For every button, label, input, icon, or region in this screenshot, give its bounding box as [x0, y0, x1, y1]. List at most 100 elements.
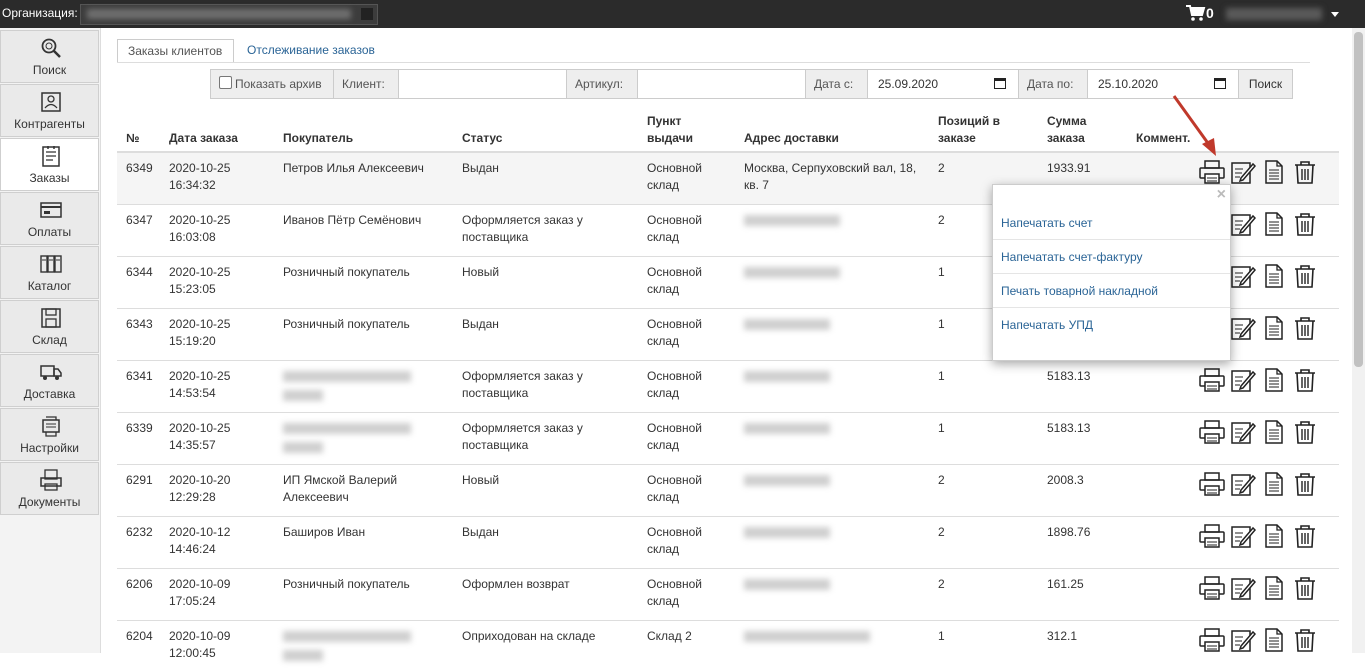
document-icon[interactable]	[1261, 575, 1287, 601]
edit-icon[interactable]	[1230, 523, 1256, 549]
sidebar-item-search[interactable]: Поиск	[0, 30, 99, 83]
print-invoice-link[interactable]: Напечатать счет	[993, 206, 1230, 240]
document-icon[interactable]	[1261, 523, 1287, 549]
document-icon[interactable]	[1261, 315, 1287, 341]
print-upd-link[interactable]: Напечатать УПД	[993, 308, 1230, 342]
document-icon[interactable]	[1261, 367, 1287, 393]
sidebar-item-catalog[interactable]: Каталог	[0, 246, 99, 299]
order-date: 2020-10-2012:29:28	[160, 465, 274, 517]
table-row[interactable]: 62042020-10-0912:00:45Оприходован на скл…	[117, 621, 1339, 672]
pickup-point: Основной склад	[638, 517, 735, 569]
trash-icon[interactable]	[1292, 315, 1318, 341]
column-header-status[interactable]: Статус	[453, 104, 638, 152]
trash-icon[interactable]	[1292, 523, 1318, 549]
order-number[interactable]: 6291	[117, 465, 160, 517]
address-cell	[735, 257, 929, 309]
archive-checkbox[interactable]	[219, 76, 232, 89]
calendar-icon[interactable]	[1214, 78, 1226, 89]
sidebar-item-warehouse[interactable]: Склад	[0, 300, 99, 353]
sidebar-item-documents[interactable]: Документы	[0, 462, 99, 515]
order-date-time: 17:05:24	[169, 594, 216, 608]
tab-customer-orders[interactable]: Заказы клиентов	[117, 39, 234, 63]
print-icon[interactable]	[1199, 575, 1225, 601]
trash-icon[interactable]	[1292, 211, 1318, 237]
order-number[interactable]: 6349	[117, 152, 160, 205]
client-input[interactable]	[398, 69, 567, 99]
trash-icon[interactable]	[1292, 263, 1318, 289]
print-icon[interactable]	[1199, 471, 1225, 497]
column-header-address[interactable]: Адрес доставки	[735, 104, 929, 152]
date-from-input[interactable]: 25.09.2020	[867, 69, 1019, 99]
sidebar-item-label: Поиск	[1, 63, 98, 77]
edit-icon[interactable]	[1230, 627, 1256, 653]
archive-checkbox-group[interactable]: Показать архив	[210, 69, 334, 99]
annotation-arrow	[1168, 92, 1228, 162]
sidebar-item-payments[interactable]: Оплаты	[0, 192, 99, 245]
table-row[interactable]: 62912020-10-2012:29:28ИП Ямской Валерий …	[117, 465, 1339, 517]
chevron-down-icon[interactable]	[1331, 12, 1339, 17]
table-row[interactable]: 62322020-10-1214:46:24Баширов ИванВыданО…	[117, 517, 1339, 569]
print-icon[interactable]	[1199, 627, 1225, 653]
close-icon[interactable]: ×	[1217, 186, 1226, 204]
column-header-positions[interactable]: Позиций в заказе	[929, 104, 1038, 152]
print-icon[interactable]	[1199, 367, 1225, 393]
print-vat-invoice-link[interactable]: Напечатать счет-фактуру	[993, 240, 1230, 274]
order-number[interactable]: 6339	[117, 413, 160, 465]
column-header-number[interactable]: №	[117, 104, 160, 152]
document-icon[interactable]	[1261, 211, 1287, 237]
print-icon[interactable]	[1199, 419, 1225, 445]
order-number[interactable]: 6232	[117, 517, 160, 569]
cart-button[interactable]: 0	[1186, 4, 1222, 24]
document-icon[interactable]	[1261, 419, 1287, 445]
edit-icon[interactable]	[1230, 263, 1256, 289]
edit-icon[interactable]	[1230, 575, 1256, 601]
edit-icon[interactable]	[1230, 367, 1256, 393]
edit-icon[interactable]	[1230, 315, 1256, 341]
trash-icon[interactable]	[1292, 159, 1318, 185]
column-header-buyer[interactable]: Покупатель	[274, 104, 453, 152]
table-row[interactable]: 63412020-10-2514:53:54Оформляется заказ …	[117, 361, 1339, 413]
document-icon[interactable]	[1261, 159, 1287, 185]
order-number[interactable]: 6341	[117, 361, 160, 413]
sidebar-item-settings[interactable]: Настройки	[0, 408, 99, 461]
trash-icon[interactable]	[1292, 419, 1318, 445]
organization-select[interactable]	[80, 4, 378, 25]
buyer-cell: Баширов Иван	[274, 517, 453, 569]
article-input[interactable]	[637, 69, 806, 99]
column-header-sum[interactable]: Сумма заказа	[1038, 104, 1127, 152]
sidebar-item-contractors[interactable]: Контрагенты	[0, 84, 99, 137]
order-date: 2020-10-1214:46:24	[160, 517, 274, 569]
document-icon[interactable]	[1261, 627, 1287, 653]
print-icon[interactable]	[1199, 523, 1225, 549]
edit-icon[interactable]	[1230, 471, 1256, 497]
order-number[interactable]: 6347	[117, 205, 160, 257]
search-button[interactable]: Поиск	[1238, 69, 1293, 99]
calendar-icon[interactable]	[994, 78, 1006, 89]
print-icon[interactable]	[1199, 159, 1225, 185]
document-icon[interactable]	[1261, 263, 1287, 289]
document-icon[interactable]	[1261, 471, 1287, 497]
user-menu[interactable]	[1226, 8, 1322, 20]
edit-icon[interactable]	[1230, 419, 1256, 445]
sidebar-item-orders[interactable]: Заказы	[0, 138, 99, 191]
trash-icon[interactable]	[1292, 627, 1318, 653]
order-number[interactable]: 6204	[117, 621, 160, 672]
order-number[interactable]: 6343	[117, 309, 160, 361]
column-header-pickup[interactable]: Пункт выдачи	[638, 104, 735, 152]
edit-icon[interactable]	[1230, 159, 1256, 185]
trash-icon[interactable]	[1292, 471, 1318, 497]
column-header-date[interactable]: Дата заказа	[160, 104, 274, 152]
order-status: Оформлен возврат	[453, 569, 638, 621]
scrollbar-thumb[interactable]	[1354, 32, 1363, 367]
table-row[interactable]: 62062020-10-0917:05:24Розничный покупате…	[117, 569, 1339, 621]
order-number[interactable]: 6344	[117, 257, 160, 309]
print-waybill-link[interactable]: Печать товарной накладной	[993, 274, 1230, 308]
trash-icon[interactable]	[1292, 367, 1318, 393]
table-row[interactable]: 63392020-10-2514:35:57Оформляется заказ …	[117, 413, 1339, 465]
vertical-scrollbar[interactable]	[1352, 28, 1365, 653]
edit-icon[interactable]	[1230, 211, 1256, 237]
sidebar-item-delivery[interactable]: Доставка	[0, 354, 99, 407]
tab-order-tracking[interactable]: Отслеживание заказов	[237, 39, 385, 63]
order-number[interactable]: 6206	[117, 569, 160, 621]
trash-icon[interactable]	[1292, 575, 1318, 601]
